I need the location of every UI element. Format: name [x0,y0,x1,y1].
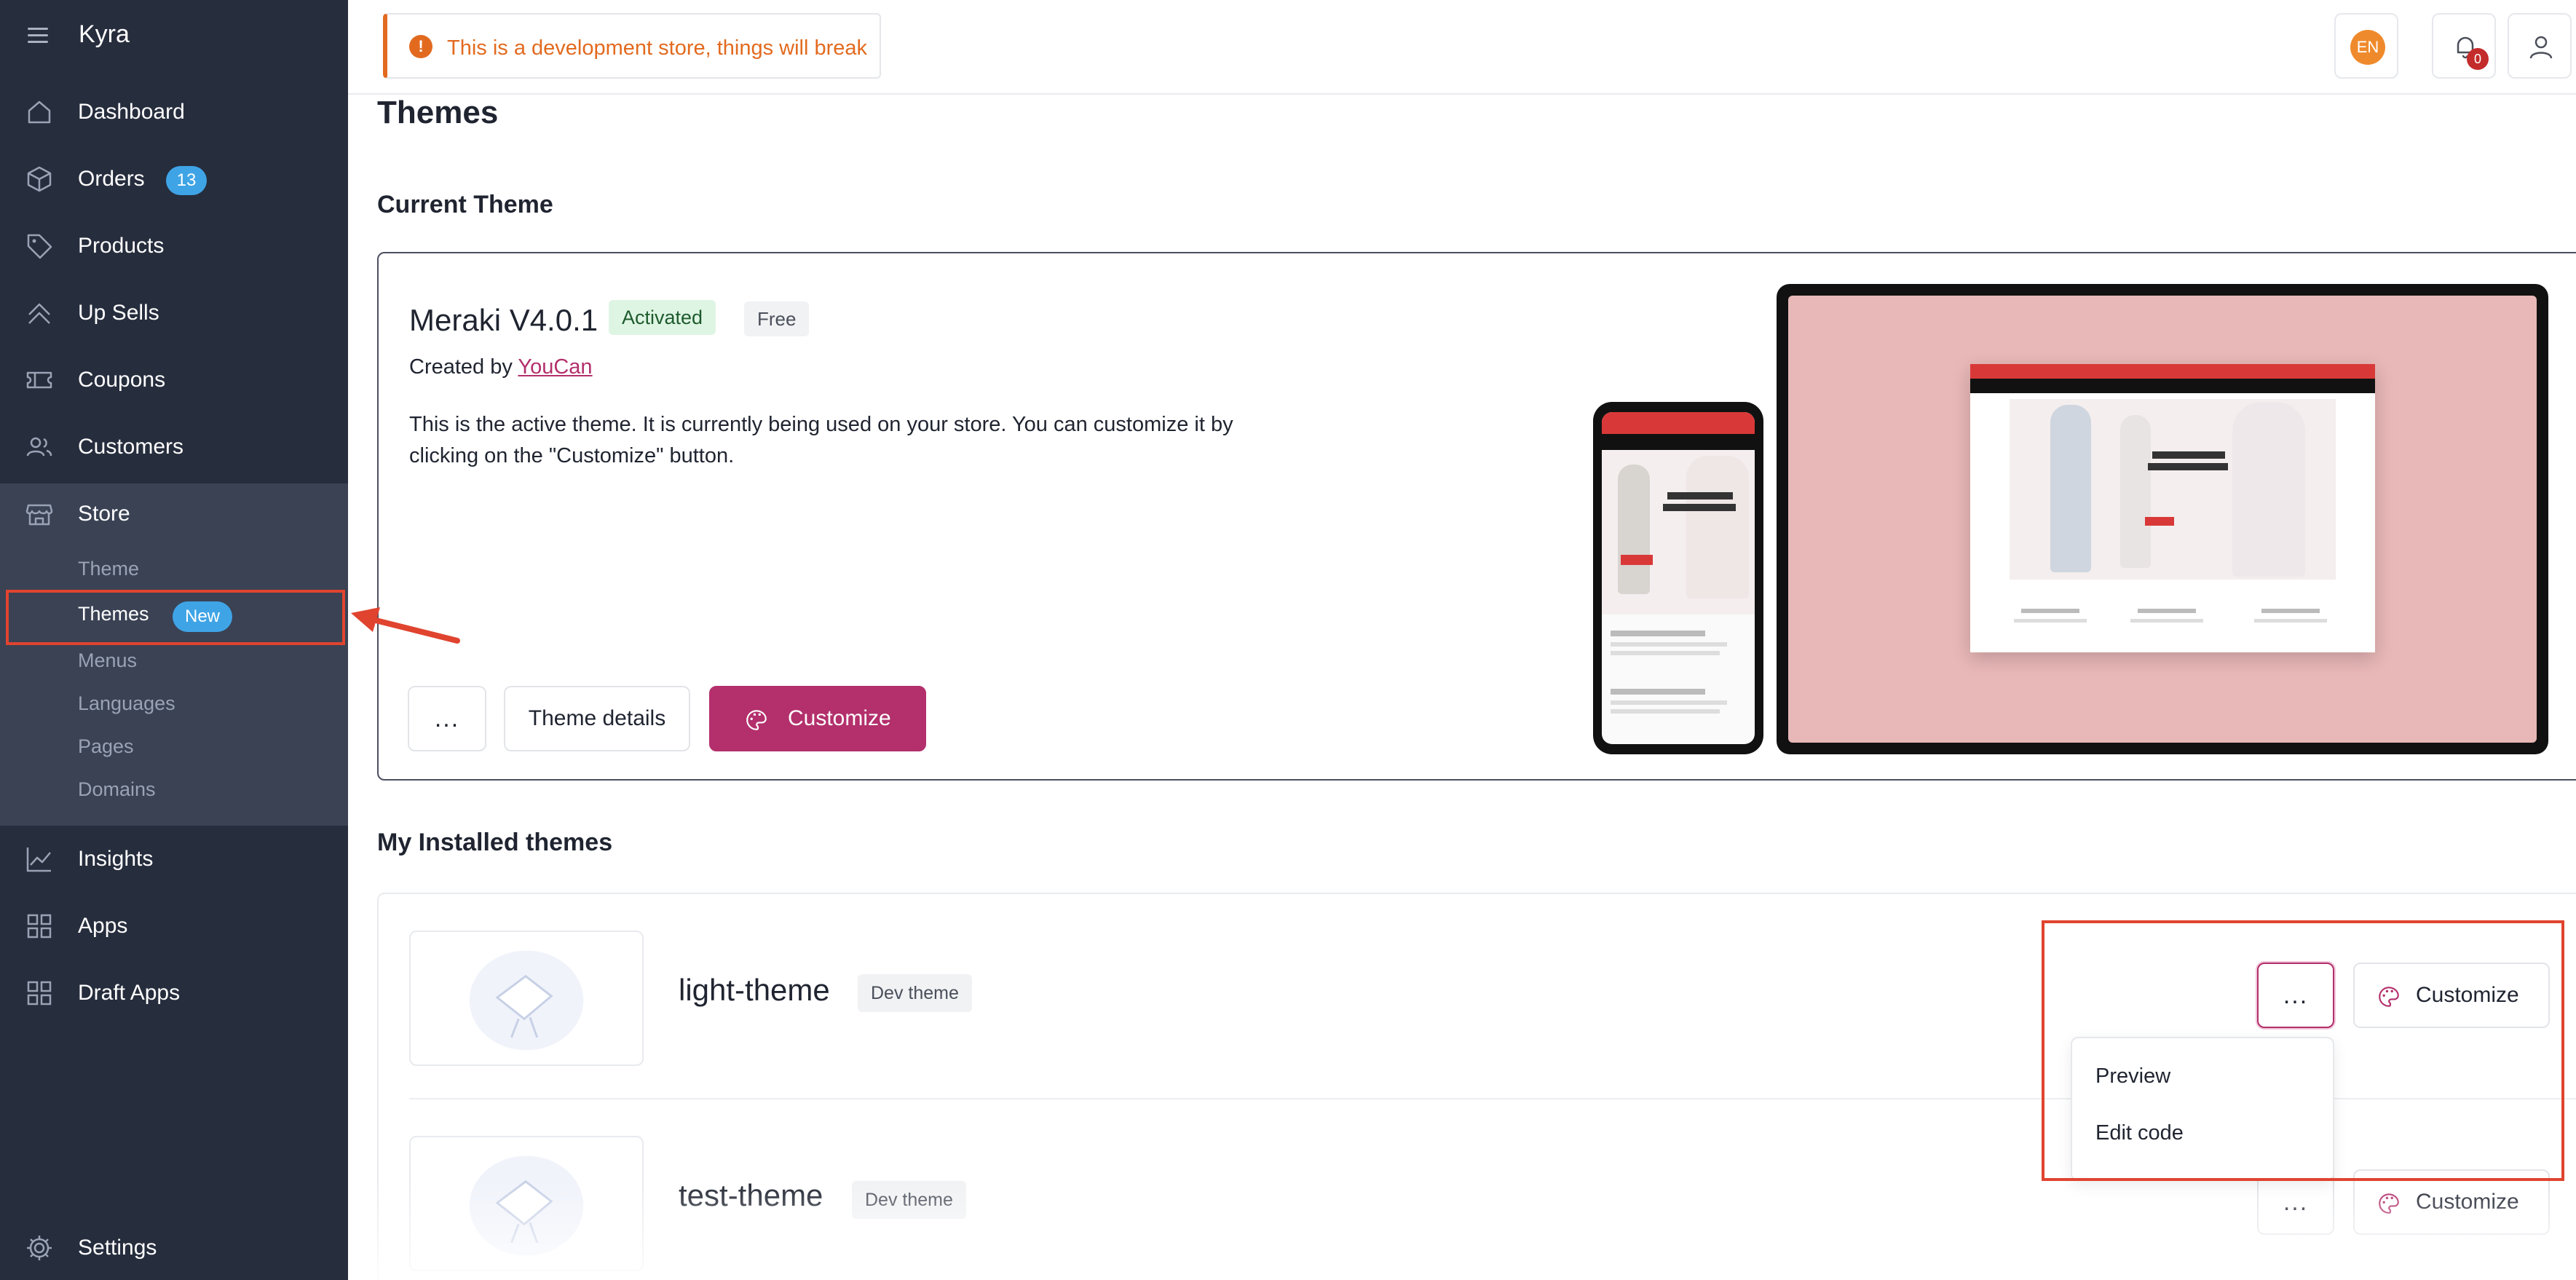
sidebar-item-label: Apps [78,914,128,938]
desktop-preview-screen [1788,296,2537,743]
dev-theme-badge: Dev theme [858,974,972,1012]
sidebar-item-apps[interactable]: Apps [0,897,348,955]
sidebar-item-settings[interactable]: Settings [0,1219,348,1277]
dev-theme-badge: Dev theme [852,1181,966,1219]
sidebar-subitem-domains[interactable]: Domains [78,778,156,801]
themes-highlight-box [6,590,345,645]
price-badge: Free [744,301,810,336]
theme-placeholder-image [469,1155,584,1256]
desktop-preview [1777,284,2548,754]
ticket-icon [26,371,52,389]
sidebar-item-label: Draft Apps [78,981,181,1005]
theme-more-button[interactable]: ... [408,686,486,751]
sidebar-item-customers[interactable]: Customers [0,418,348,476]
current-theme-name: Meraki V4.0.1 [409,303,598,337]
box-icon [27,166,52,192]
sidebar-item-store[interactable]: Store [0,485,348,543]
palette-icon [746,710,767,730]
installed-themes-heading: My Installed themes [377,829,613,856]
sidebar-item-label: Coupons [78,368,166,392]
dev-store-alert: ! This is a development store, things wi… [383,13,881,79]
sidebar-item-label: Products [78,234,165,258]
mobile-preview-screen [1602,412,1755,744]
mobile-preview [1593,402,1763,754]
customize-button[interactable]: Customize [709,686,926,751]
sidebar-item-orders[interactable]: Orders 13 [0,150,348,208]
sidebar-item-up-sells[interactable]: Up Sells [0,284,348,342]
sidebar-item-dashboard[interactable]: Dashboard [0,83,348,141]
orders-count-badge: 13 [166,166,207,195]
theme-thumbnail [409,1136,644,1271]
sidebar-item-label: Customers [78,435,184,459]
current-theme-card: Meraki V4.0.1 Activated Free Created by … [377,252,2576,781]
annotation-arrow-icon [351,607,460,644]
author-link[interactable]: YouCan [518,355,592,379]
home-icon [28,100,51,124]
user-icon [2529,36,2553,59]
page-title: Themes [377,95,499,130]
activated-badge: Activated [609,300,716,335]
theme-description: This is the active theme. It is currentl… [409,413,1233,467]
alert-icon: ! [409,35,432,58]
store-brand-name: Kyra [79,20,130,48]
created-by: Created by YouCan [409,355,593,379]
store-icon [25,504,53,526]
current-theme-heading: Current Theme [377,191,553,218]
topbar: ! This is a development store, things wi… [348,0,2576,95]
installed-theme-name: light-theme [679,973,830,1007]
tag-icon [27,234,52,259]
notifications-button[interactable]: 0 [2432,13,2496,79]
dropdown-highlight-box [2042,920,2564,1181]
sidebar-subitem-languages[interactable]: Languages [78,692,175,715]
sidebar-subitem-pages[interactable]: Pages [78,735,134,758]
sidebar-item-label: Orders [78,167,145,191]
sidebar-item-insights[interactable]: Insights [0,830,348,888]
sidebar-item-draft-apps[interactable]: Draft Apps [0,964,348,1022]
sidebar-item-label: Store [78,502,130,526]
gear-icon [27,1236,52,1260]
sidebar-item-products[interactable]: Products [0,217,348,275]
chart-line-icon [26,848,51,872]
sidebar-item-label: Dashboard [78,100,185,124]
language-code: EN [2350,30,2385,65]
users-icon [26,437,52,457]
sidebar-subitem-menus[interactable]: Menus [78,649,137,672]
theme-details-button[interactable]: Theme details [504,686,690,751]
sidebar-header: Kyra [0,0,348,73]
notification-count-badge: 0 [2467,48,2489,70]
sidebar-item-label: Settings [78,1236,157,1260]
customize-label: Customize [788,706,891,730]
sidebar-subitem-theme[interactable]: Theme [78,558,139,580]
sidebar-item-coupons[interactable]: Coupons [0,351,348,409]
alert-text: This is a development store, things will… [447,36,868,60]
hamburger-menu-icon[interactable] [28,28,48,44]
sidebar-item-label: Up Sells [78,301,159,325]
user-menu-button[interactable] [2508,13,2572,79]
sidebar-item-label: Insights [78,847,154,871]
installed-theme-name: test-theme [679,1178,823,1212]
created-by-prefix: Created by [409,355,513,379]
palette-icon [2379,1193,2399,1214]
grid-icon [27,981,52,1006]
grid-icon [27,914,52,939]
sidebar: Kyra Dashboard Orders 13 Products Up Sel… [0,0,348,1280]
theme-thumbnail [409,931,644,1066]
chevrons-up-icon [28,303,50,324]
language-button[interactable]: EN [2334,13,2398,79]
theme-placeholder-image [469,950,584,1051]
